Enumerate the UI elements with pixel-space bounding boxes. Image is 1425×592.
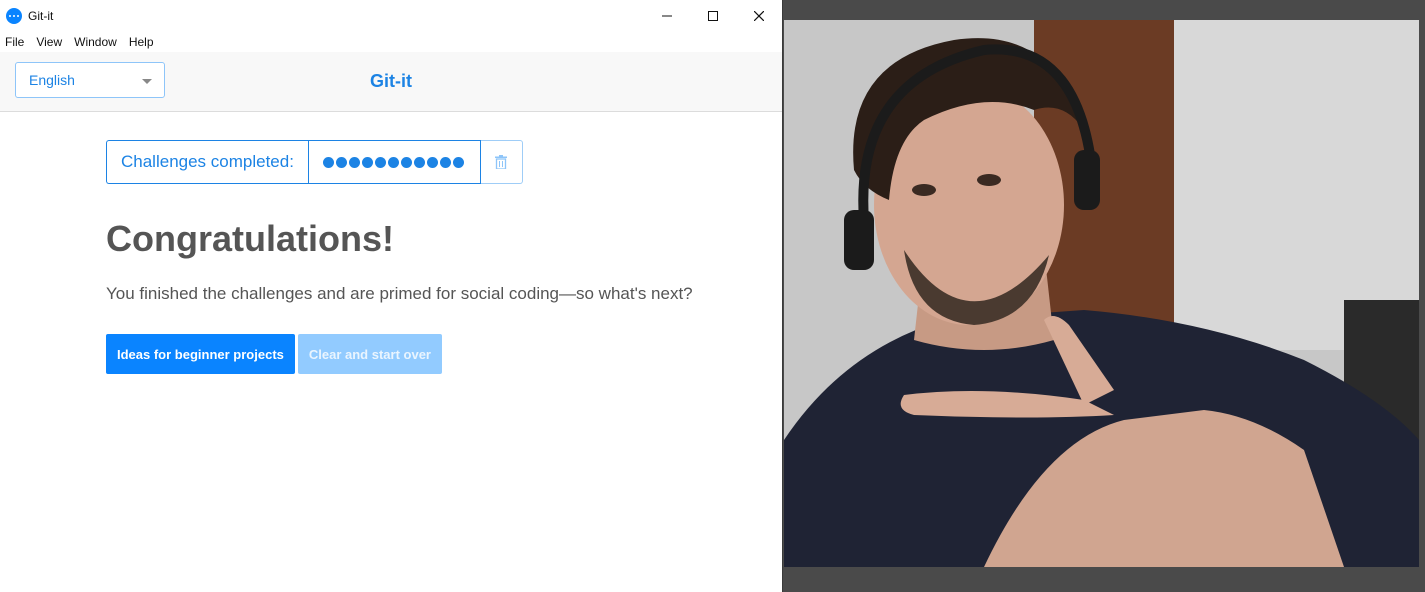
clear-start-over-button[interactable]: Clear and start over xyxy=(297,334,442,374)
completion-message: You finished the challenges and are prim… xyxy=(106,284,693,303)
progress-dot xyxy=(335,156,347,168)
app-header: English Git-it xyxy=(0,52,782,112)
minimize-button[interactable] xyxy=(644,0,690,32)
progress-dots xyxy=(307,140,481,184)
app-logo-icon xyxy=(6,8,22,24)
progress-label: Challenges completed: xyxy=(106,140,308,184)
progress-dot xyxy=(387,156,399,168)
menu-window[interactable]: Window xyxy=(74,35,117,49)
menu-file[interactable]: File xyxy=(5,35,24,49)
minimize-icon xyxy=(662,15,672,17)
congratulations-heading: Congratulations! xyxy=(106,218,394,259)
progress-dot xyxy=(348,156,360,168)
beginner-projects-button[interactable]: Ideas for beginner projects xyxy=(106,334,295,374)
webcam-photo xyxy=(784,20,1419,567)
close-icon xyxy=(754,11,764,21)
close-button[interactable] xyxy=(736,0,782,32)
menu-bar: File View Window Help xyxy=(0,32,782,52)
menu-help[interactable]: Help xyxy=(129,35,154,49)
main-content: Challenges completed: Congratulations! Y… xyxy=(106,140,726,374)
progress-dot xyxy=(452,156,464,168)
clear-progress-button[interactable] xyxy=(480,140,523,184)
app-window: Git-it File View Window Help English Git… xyxy=(0,0,783,592)
progress-dot xyxy=(374,156,386,168)
progress-dot xyxy=(413,156,425,168)
progress-dot xyxy=(361,156,373,168)
window-title: Git-it xyxy=(28,9,54,23)
progress-dot xyxy=(439,156,451,168)
challenge-progress: Challenges completed: xyxy=(106,140,726,184)
webcam-overlay xyxy=(784,0,1425,592)
title-bar[interactable]: Git-it xyxy=(0,0,782,32)
window-controls xyxy=(644,0,782,32)
action-buttons: Ideas for beginner projects Clear and st… xyxy=(106,334,726,374)
progress-dot xyxy=(426,156,438,168)
trash-icon xyxy=(495,155,508,169)
progress-dot xyxy=(400,156,412,168)
menu-view[interactable]: View xyxy=(36,35,62,49)
progress-dot xyxy=(322,156,334,168)
maximize-button[interactable] xyxy=(690,0,736,32)
maximize-icon xyxy=(708,11,718,21)
header-title[interactable]: Git-it xyxy=(0,71,782,92)
